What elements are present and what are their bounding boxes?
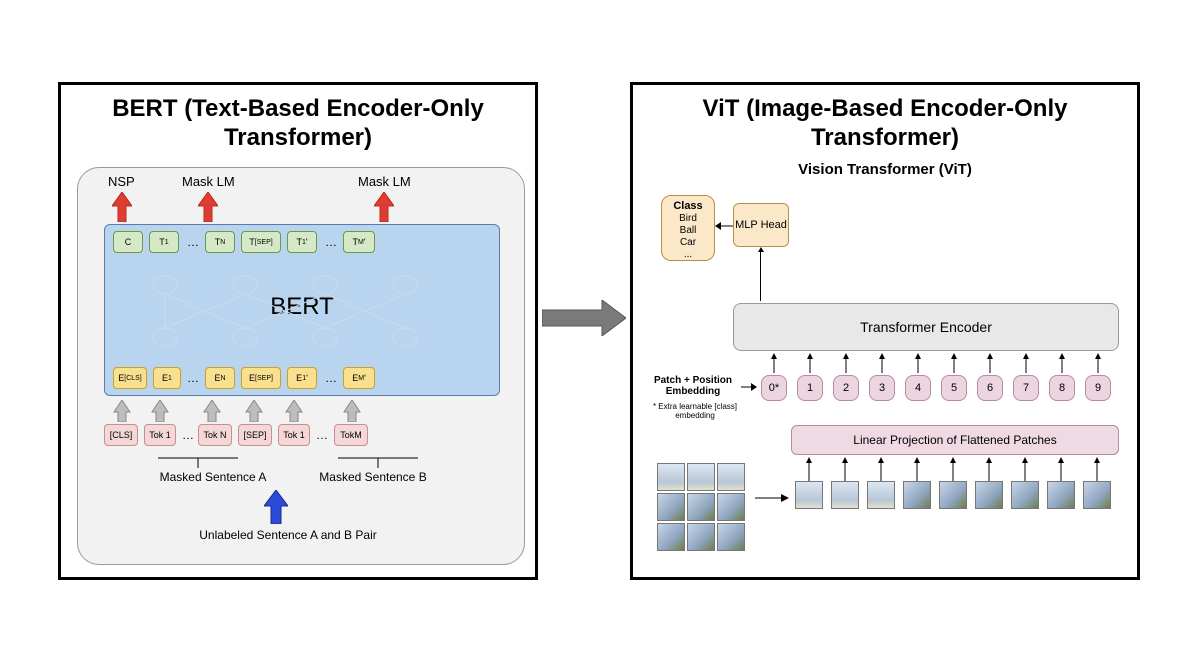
proj-arrows xyxy=(791,457,1131,483)
patch-embedding: 7 xyxy=(1013,375,1039,401)
patch-embedding: 6 xyxy=(977,375,1003,401)
out-token: TM' xyxy=(343,231,375,253)
ellipsis: … xyxy=(187,371,199,385)
flattened-patch xyxy=(831,481,859,509)
flattened-patch xyxy=(1083,481,1111,509)
patch-embedding: 1 xyxy=(797,375,823,401)
patch-embedding: 2 xyxy=(833,375,859,401)
out-token: C xyxy=(113,231,143,253)
class-item: Bird xyxy=(679,213,697,224)
red-arrow-icon xyxy=(112,192,132,222)
bert-title: BERT (Text-Based Encoder-Only Transforme… xyxy=(61,85,535,159)
emb-token: E[SEP] xyxy=(241,367,281,389)
vit-panel: ViT (Image-Based Encoder-Only Transforme… xyxy=(630,82,1140,580)
grey-arrows-row xyxy=(104,400,500,422)
source-patch xyxy=(657,493,685,521)
bert-panel: BERT (Text-Based Encoder-Only Transforme… xyxy=(58,82,538,580)
out-token: T1' xyxy=(287,231,317,253)
transfer-arrow-icon xyxy=(542,300,626,336)
ellipsis: … xyxy=(316,428,328,442)
red-arrow-icon xyxy=(374,192,394,222)
source-patch xyxy=(657,463,685,491)
in-token: Tok 1 xyxy=(278,424,310,446)
in-token: Tok N xyxy=(198,424,232,446)
patchpos-label: Patch + Position Embedding xyxy=(643,375,743,397)
source-patch xyxy=(717,493,745,521)
mlp-head-box: MLP Head xyxy=(733,203,789,247)
class-heading: Class xyxy=(673,200,702,212)
source-patch xyxy=(717,523,745,551)
blue-arrow-icon xyxy=(264,490,288,524)
emb-token: EM' xyxy=(343,367,375,389)
source-patch xyxy=(687,523,715,551)
class-item: Car xyxy=(680,237,696,248)
out-token: T[SEP] xyxy=(241,231,281,253)
nsp-label: NSP xyxy=(108,174,135,189)
in-token: [SEP] xyxy=(238,424,272,446)
source-patch xyxy=(687,463,715,491)
out-token: T1 xyxy=(149,231,179,253)
flattened-patch xyxy=(1011,481,1039,509)
ellipsis: … xyxy=(325,235,337,249)
flattened-patch xyxy=(939,481,967,509)
pair-label: Unlabeled Sentence A and B Pair xyxy=(158,528,418,542)
patch-embedding: 3 xyxy=(869,375,895,401)
patch-embedding: 4 xyxy=(905,375,931,401)
source-patch xyxy=(717,463,745,491)
emb-token: E1' xyxy=(287,367,317,389)
ellipsis: … xyxy=(187,235,199,249)
masked-a-label: Masked Sentence A xyxy=(148,470,278,484)
linear-projection-box: Linear Projection of Flattened Patches xyxy=(791,425,1119,455)
source-patch xyxy=(657,523,685,551)
in-token: Tok 1 xyxy=(144,424,176,446)
arrow-icon xyxy=(715,221,733,231)
in-token: TokM xyxy=(334,424,368,446)
ellipsis: … xyxy=(182,428,194,442)
vit-subtitle: Vision Transformer (ViT) xyxy=(633,161,1137,178)
masked-b-label: Masked Sentence B xyxy=(308,470,438,484)
arrow-icon xyxy=(760,251,761,301)
class-item: Ball xyxy=(680,225,697,236)
emb-token: E1 xyxy=(153,367,181,389)
flattened-patch xyxy=(903,481,931,509)
bert-encoder-box: BERT C T1 … TN T[SEP] T1' … xyxy=(104,224,500,396)
emb-token: EN xyxy=(205,367,235,389)
source-patch xyxy=(687,493,715,521)
arrow-icon xyxy=(755,493,789,503)
patch-embedding: 5 xyxy=(941,375,967,401)
patchpos-note: * Extra learnable [class] embedding xyxy=(647,403,743,421)
flattened-patch xyxy=(1047,481,1075,509)
patch-embedding: 8 xyxy=(1049,375,1075,401)
transformer-encoder-box: Transformer Encoder xyxy=(733,303,1119,351)
flattened-patch xyxy=(795,481,823,509)
out-token: TN xyxy=(205,231,235,253)
patch-embedding: 0* xyxy=(761,375,787,401)
patch-embedding: 9 xyxy=(1085,375,1111,401)
masklm1-label: Mask LM xyxy=(182,174,235,189)
class-box: Class Bird Ball Car ... xyxy=(661,195,715,261)
diagram-canvas: BERT (Text-Based Encoder-Only Transforme… xyxy=(0,0,1200,652)
ellipsis: … xyxy=(325,371,337,385)
emb-token: E[CLS] xyxy=(113,367,147,389)
flattened-patch xyxy=(867,481,895,509)
bert-rounded-box: NSP Mask LM Mask LM BERT xyxy=(77,167,525,565)
enc-arrows xyxy=(759,353,1129,375)
red-arrow-icon xyxy=(198,192,218,222)
class-item: ... xyxy=(684,249,692,260)
vit-title: ViT (Image-Based Encoder-Only Transforme… xyxy=(633,85,1137,159)
masklm2-label: Mask LM xyxy=(358,174,411,189)
caption-connectors xyxy=(138,452,458,472)
flattened-patch xyxy=(975,481,1003,509)
in-token: [CLS] xyxy=(104,424,138,446)
